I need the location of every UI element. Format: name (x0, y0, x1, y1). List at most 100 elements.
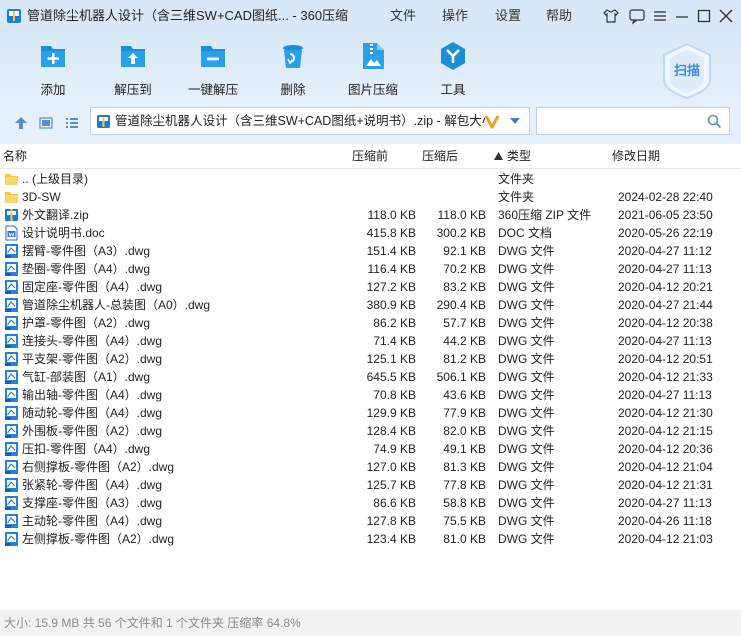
file-row[interactable]: 3D-SW 文件夹 2024-02-28 22:40 (0, 188, 741, 206)
file-row[interactable]: 随动轮-零件图（A4）.dwg 129.9 KB 77.9 KB DWG 文件 2020… (0, 404, 741, 422)
file-size: 125.7 KB (366, 478, 416, 492)
menu-settings[interactable]: 设置 (495, 0, 521, 32)
file-name: 管道除尘机器人-总装图（A0）.dwg (22, 298, 211, 312)
delete-button[interactable]: 删除 (253, 32, 333, 102)
file-row[interactable]: 连接头-零件图（A4）.dwg 71.4 KB 44.2 KB DWG 文件 2020-… (0, 332, 741, 350)
file-name: 支撑座-零件图（A3）.dwg (22, 496, 163, 510)
search-icon[interactable] (707, 114, 722, 129)
file-type: DWG 文件 (498, 478, 555, 492)
file-size: 70.8 KB (373, 388, 416, 402)
tools-hexagon-icon (441, 42, 465, 70)
extract-to-button[interactable]: 解压到 (93, 32, 173, 102)
file-row[interactable]: 管道除尘机器人-总装图（A0）.dwg 380.9 KB 290.4 KB DWG 文… (0, 296, 741, 314)
file-size: 127.2 KB (366, 280, 416, 294)
file-row[interactable]: 压扣-零件图（A4）.dwg 74.9 KB 49.1 KB DWG 文件 2020-0… (0, 440, 741, 458)
file-size: 74.9 KB (373, 442, 416, 456)
dwg-file-icon (5, 496, 18, 510)
dwg-file-icon (5, 244, 18, 258)
file-name: 张紧轮-零件图（A4）.dwg (22, 478, 163, 492)
dropdown-arrow-icon[interactable] (509, 117, 521, 125)
file-packed-size: 43.6 KB (443, 388, 486, 402)
file-packed-size: 70.2 KB (443, 262, 486, 276)
file-row[interactable]: 外围板-零件图（A2）.dwg 128.4 KB 82.0 KB DWG 文件 2020… (0, 422, 741, 440)
file-type: DWG 文件 (498, 460, 555, 474)
file-row[interactable]: 左侧撑板-零件图（A2）.dwg 123.4 KB 81.0 KB DWG 文件 202… (0, 530, 741, 548)
dwg-file-icon (5, 280, 18, 294)
scan-button[interactable]: 扫描 (656, 40, 718, 102)
path-field[interactable]: 管道除尘机器人设计（含三维SW+CAD图纸+说明书）.zip - 解包大小 (90, 107, 530, 135)
file-row[interactable]: .. (上级目录) 文件夹 (0, 170, 741, 188)
file-size: 645.5 KB (366, 370, 416, 384)
file-date: 2020-04-12 21:31 (618, 478, 713, 492)
file-name: 气缸-部装图（A1）.dwg (22, 370, 151, 384)
file-row[interactable]: 输出轴-零件图（A4）.dwg 70.8 KB 43.6 KB DWG 文件 2020-… (0, 386, 741, 404)
archive-app-icon (7, 9, 21, 23)
file-size: 127.8 KB (366, 514, 416, 528)
menu-operate[interactable]: 操作 (442, 0, 468, 32)
file-row[interactable]: 设计说明书.doc 415.8 KB 300.2 KB DOC 文档 2020-05-2… (0, 224, 741, 242)
sort-ascending-icon (494, 152, 503, 160)
file-name: 左侧撑板-零件图（A2）.dwg (22, 532, 175, 546)
skin-shirt-icon[interactable] (601, 6, 621, 26)
column-name[interactable]: 名称 (3, 144, 27, 168)
file-type: DOC 文档 (498, 226, 553, 240)
one-click-extract-icon (201, 46, 225, 67)
column-type[interactable]: 类型 (507, 144, 531, 168)
detail-view-icon[interactable] (39, 116, 53, 130)
menu-lines-icon[interactable] (650, 6, 670, 26)
file-packed-size: 81.0 KB (443, 532, 486, 546)
file-date: 2020-04-12 21:04 (618, 460, 713, 474)
column-date[interactable]: 修改日期 (612, 144, 660, 168)
file-name: 主动轮-零件图（A4）.dwg (22, 514, 163, 528)
message-icon[interactable] (627, 6, 647, 26)
delete-label: 删除 (280, 83, 306, 97)
file-type: DWG 文件 (498, 244, 555, 258)
file-row[interactable]: 平支架-零件图（A2）.dwg 125.1 KB 81.2 KB DWG 文件 2020… (0, 350, 741, 368)
file-name: 外文翻译.zip (22, 208, 89, 222)
up-arrow-icon[interactable] (14, 116, 28, 130)
file-packed-size: 118.0 KB (437, 208, 486, 222)
dwg-file-icon (5, 388, 18, 402)
image-compress-button[interactable]: 图片压缩 (333, 32, 413, 102)
list-view-icon[interactable] (65, 116, 79, 130)
file-row[interactable]: 气缸-部装图（A1）.dwg 645.5 KB 506.1 KB DWG 文件 2020… (0, 368, 741, 386)
file-size: 127.0 KB (366, 460, 416, 474)
file-row[interactable]: 外文翻译.zip 118.0 KB 118.0 KB 360压缩 ZIP 文件 2021… (0, 206, 741, 224)
file-row[interactable]: 主动轮-零件图（A4）.dwg 127.8 KB 75.5 KB DWG 文件 2020… (0, 512, 741, 530)
tools-button[interactable]: 工具 (413, 32, 493, 102)
column-packed[interactable]: 压缩后 (422, 144, 458, 168)
menu-help[interactable]: 帮助 (546, 0, 572, 32)
file-size: 71.4 KB (373, 334, 416, 348)
file-date: 2020-04-12 21:33 (618, 370, 713, 384)
maximize-icon[interactable] (694, 6, 714, 26)
file-type: DWG 文件 (498, 280, 555, 294)
file-type: DWG 文件 (498, 424, 555, 438)
file-row[interactable]: 护罩-零件图（A2）.dwg 86.2 KB 57.7 KB DWG 文件 2020-0… (0, 314, 741, 332)
column-size[interactable]: 压缩前 (352, 144, 388, 168)
file-name: 连接头-零件图（A4）.dwg (22, 334, 163, 348)
add-button[interactable]: 添加 (13, 32, 93, 102)
file-name: .. (上级目录) (22, 172, 88, 186)
file-name: 压扣-零件图（A4）.dwg (22, 442, 151, 456)
file-date: 2020-04-12 20:51 (618, 352, 713, 366)
dwg-file-icon (5, 478, 18, 492)
file-row[interactable]: 张紧轮-零件图（A4）.dwg 125.7 KB 77.8 KB DWG 文件 2020… (0, 476, 741, 494)
file-packed-size: 81.2 KB (443, 352, 486, 366)
file-type: DWG 文件 (498, 514, 555, 528)
file-row[interactable]: 支撑座-零件图（A3）.dwg 86.6 KB 58.8 KB DWG 文件 2020-… (0, 494, 741, 512)
file-row[interactable]: 垫圈-零件图（A4）.dwg 116.4 KB 70.2 KB DWG 文件 2020-… (0, 260, 741, 278)
file-packed-size: 506.1 KB (436, 370, 486, 384)
file-type: DWG 文件 (498, 334, 555, 348)
file-row[interactable]: 摆臂-零件图（A3）.dwg 151.4 KB 92.1 KB DWG 文件 2020-… (0, 242, 741, 260)
file-name: 外围板-零件图（A2）.dwg (22, 424, 163, 438)
file-size: 151.4 KB (366, 244, 416, 258)
search-input[interactable] (536, 107, 730, 135)
menu-file[interactable]: 文件 (390, 0, 416, 32)
file-row[interactable]: 右侧撑板-零件图（A2）.dwg 127.0 KB 81.3 KB DWG 文件 202… (0, 458, 741, 476)
file-row[interactable]: 固定座-零件图（A4）.dwg 127.2 KB 83.2 KB DWG 文件 2020… (0, 278, 741, 296)
minimize-icon[interactable] (672, 6, 692, 26)
one-click-extract-button[interactable]: 一键解压 (173, 32, 253, 102)
file-packed-size: 300.2 KB (436, 226, 486, 240)
file-size: 86.2 KB (373, 316, 416, 330)
close-icon[interactable] (716, 6, 736, 26)
